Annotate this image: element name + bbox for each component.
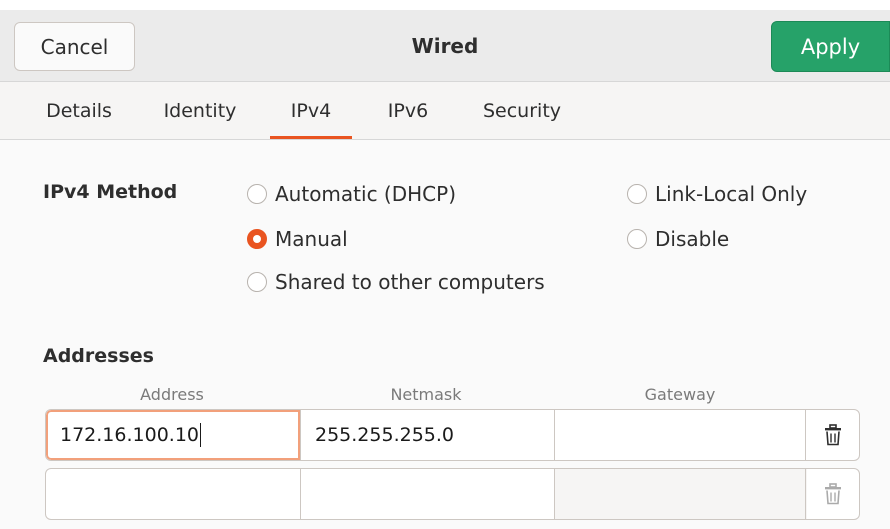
radio-disable-indicator[interactable] (627, 229, 647, 249)
trash-icon (824, 483, 841, 505)
radio-link-local-label: Link-Local Only (655, 182, 808, 206)
radio-shared[interactable]: Shared to other computers (247, 270, 545, 294)
radio-automatic-dhcp-label: Automatic (DHCP) (275, 182, 456, 206)
ipv4-method-label: IPv4 Method (43, 181, 178, 203)
radio-manual[interactable]: Manual (247, 227, 348, 251)
tab-identity[interactable]: Identity (148, 82, 252, 139)
cancel-button[interactable]: Cancel (14, 22, 135, 71)
gateway-input-empty[interactable] (554, 469, 807, 519)
gateway-input[interactable] (554, 410, 807, 460)
radio-manual-indicator[interactable] (247, 229, 267, 249)
radio-disable-label: Disable (655, 227, 730, 251)
column-header-address: Address (140, 385, 204, 404)
radio-manual-label: Manual (275, 227, 348, 251)
radio-link-local-only[interactable]: Link-Local Only (627, 182, 807, 206)
header-bar: Wired Cancel Apply (0, 10, 890, 82)
address-input[interactable]: 172.16.100.10 (46, 410, 300, 460)
column-header-gateway: Gateway (644, 385, 716, 404)
trash-icon (824, 424, 841, 446)
address-row-empty (45, 468, 860, 520)
address-input-empty[interactable] (46, 469, 300, 519)
text-cursor (200, 423, 202, 447)
radio-automatic-dhcp-indicator[interactable] (247, 184, 267, 204)
tab-ipv6[interactable]: IPv6 (368, 82, 448, 139)
radio-shared-indicator[interactable] (247, 272, 267, 292)
tab-security[interactable]: Security (464, 82, 580, 139)
netmask-input-empty[interactable] (300, 469, 554, 519)
radio-disable[interactable]: Disable (627, 227, 729, 251)
tab-details[interactable]: Details (24, 82, 134, 139)
radio-shared-label: Shared to other computers (275, 270, 545, 294)
address-row: 172.16.100.10 255.255.255.0 (45, 409, 860, 461)
netmask-input[interactable]: 255.255.255.0 (300, 410, 554, 460)
radio-link-local-indicator[interactable] (627, 184, 647, 204)
apply-button[interactable]: Apply (771, 21, 890, 72)
tab-bar: Details Identity IPv4 IPv6 Security (0, 82, 890, 140)
window-top-edge (0, 0, 890, 10)
delete-address-button-empty[interactable] (805, 469, 859, 519)
tab-ipv4[interactable]: IPv4 (270, 82, 352, 139)
radio-automatic-dhcp[interactable]: Automatic (DHCP) (247, 182, 456, 206)
address-value: 172.16.100.10 (60, 424, 200, 446)
column-header-netmask: Netmask (390, 385, 462, 404)
addresses-label: Addresses (43, 345, 154, 367)
delete-address-button[interactable] (805, 410, 859, 460)
